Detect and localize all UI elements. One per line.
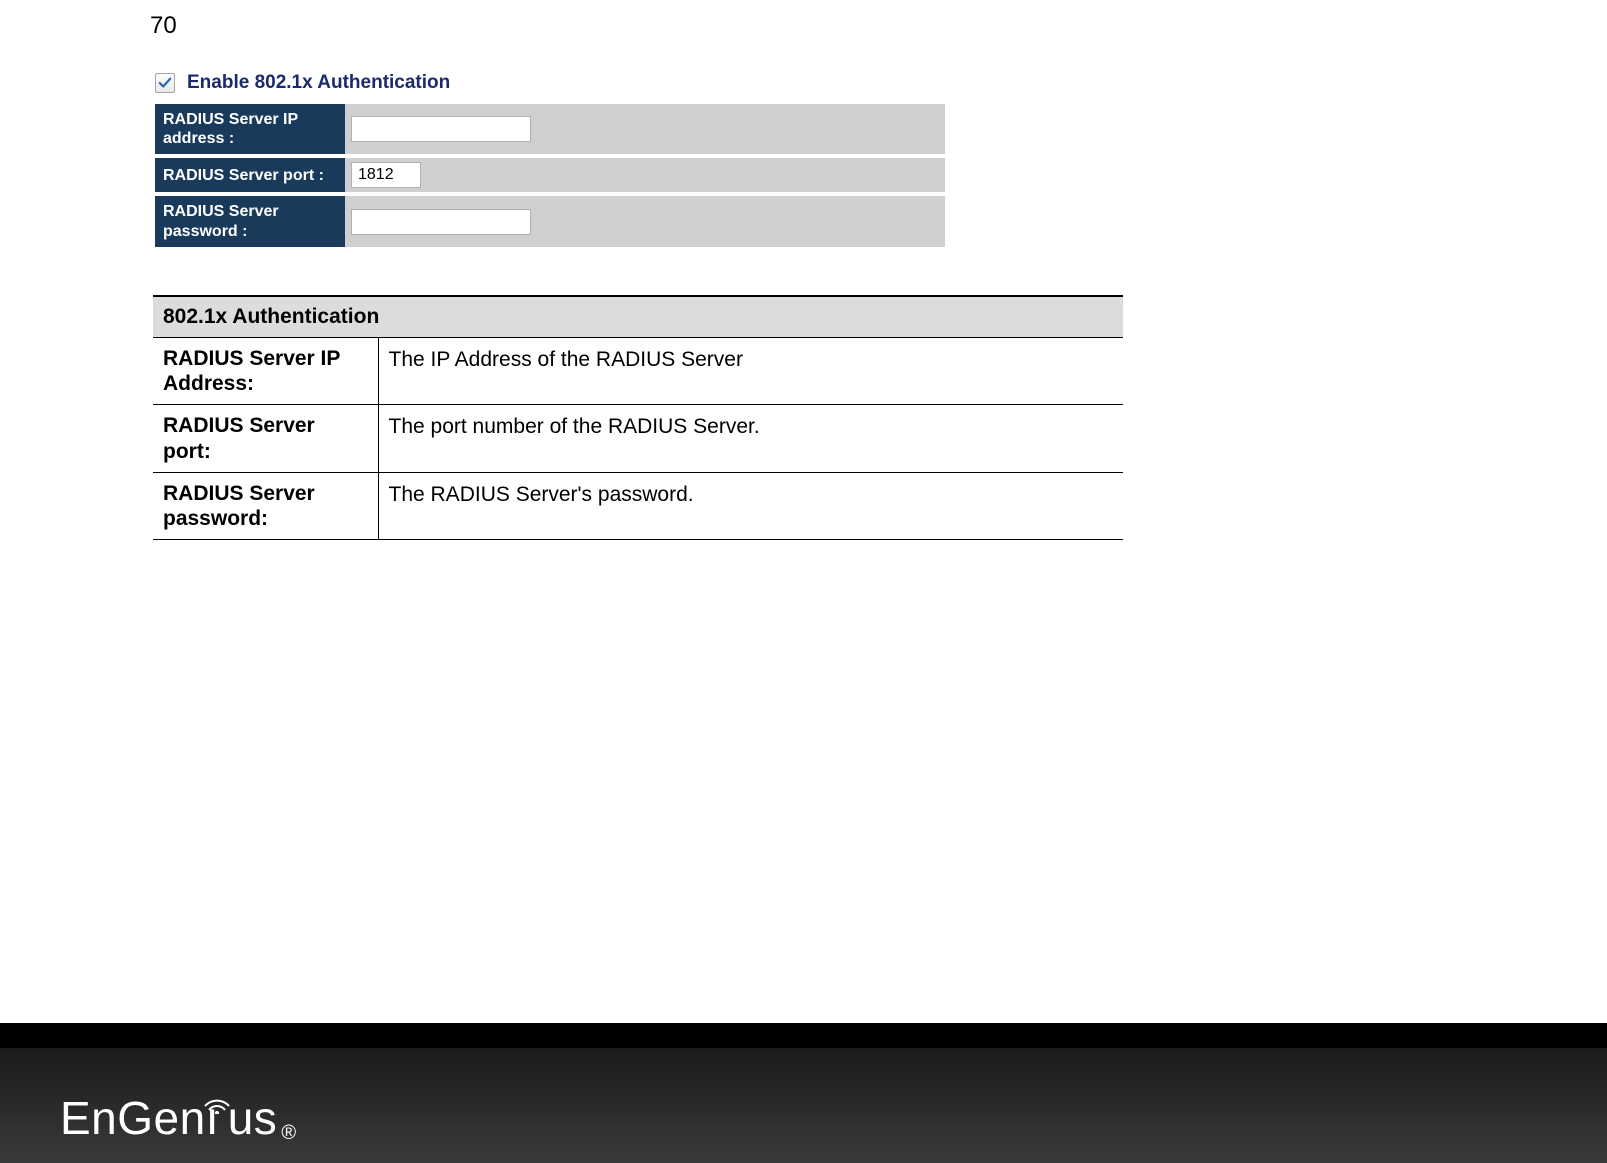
page-number: 70 (150, 12, 177, 40)
enable-802-1x-checkbox[interactable] (155, 73, 175, 93)
desc-label-password: RADIUS Server password: (153, 472, 378, 539)
table-row: RADIUS Server IP Address: The IP Address… (153, 338, 1123, 405)
footer: EnGen ı us® (0, 1023, 1607, 1163)
wifi-icon (203, 1071, 231, 1125)
enable-802-1x-row: Enable 802.1x Authentication (155, 68, 945, 104)
logo-i-wrap: ı (206, 1091, 228, 1145)
desc-value-ip: The IP Address of the RADIUS Server (378, 338, 1123, 405)
radius-ip-value-cell (345, 104, 945, 154)
config-panel: Enable 802.1x Authentication RADIUS Serv… (155, 68, 945, 251)
logo-part-en: En (60, 1091, 117, 1145)
desc-value-port: The port number of the RADIUS Server. (378, 405, 1123, 472)
desc-label-port: RADIUS Server port: (153, 405, 378, 472)
radius-port-label: RADIUS Server port : (155, 158, 345, 192)
desc-label-ip: RADIUS Server IP Address: (153, 338, 378, 405)
radius-port-row: RADIUS Server port : (155, 158, 945, 192)
description-header: 802.1x Authentication (153, 296, 1123, 338)
radius-port-input[interactable] (351, 162, 421, 188)
table-row: RADIUS Server port: The port number of t… (153, 405, 1123, 472)
logo-part-gen: Gen (117, 1091, 205, 1145)
radius-password-input[interactable] (351, 209, 531, 235)
logo-part-us: us (228, 1091, 278, 1145)
table-row: RADIUS Server password: The RADIUS Serve… (153, 472, 1123, 539)
registered-icon: ® (281, 1122, 296, 1145)
brand-logo: EnGen ı us® (60, 1091, 297, 1145)
radius-password-row: RADIUS Server password : (155, 196, 945, 246)
checkmark-icon (158, 76, 172, 90)
radius-ip-row: RADIUS Server IP address : (155, 104, 945, 154)
radius-ip-input[interactable] (351, 116, 531, 142)
desc-value-password: The RADIUS Server's password. (378, 472, 1123, 539)
description-table: 802.1x Authentication RADIUS Server IP A… (153, 295, 1123, 540)
radius-ip-label: RADIUS Server IP address : (155, 104, 345, 154)
radius-password-value-cell (345, 196, 945, 246)
radius-port-value-cell (345, 158, 945, 192)
radius-password-label: RADIUS Server password : (155, 196, 345, 246)
enable-802-1x-label: Enable 802.1x Authentication (187, 72, 450, 94)
